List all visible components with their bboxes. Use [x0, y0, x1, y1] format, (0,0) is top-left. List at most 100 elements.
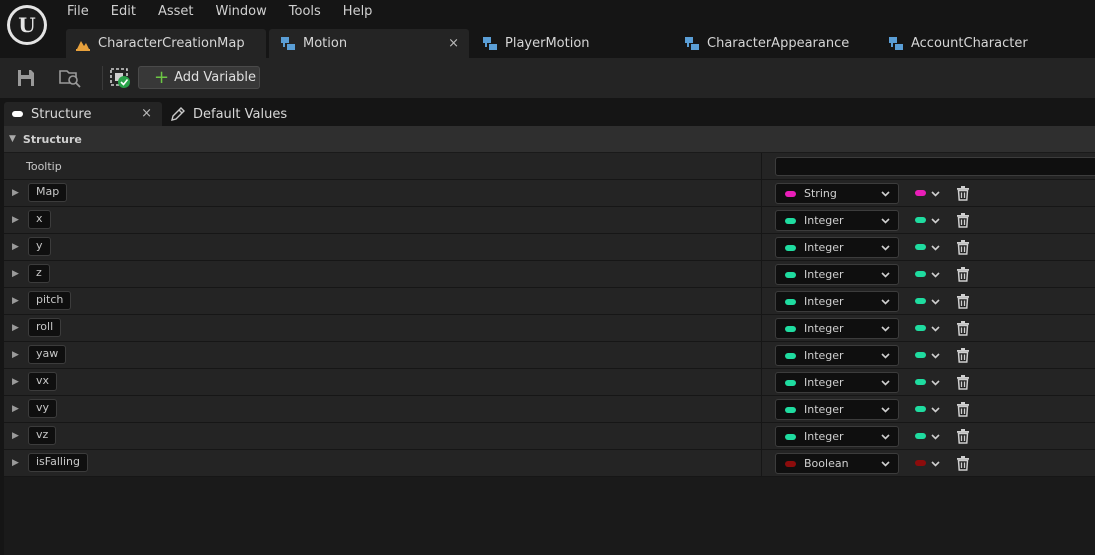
delete-trash-icon[interactable] — [956, 240, 970, 255]
collapse-triangle-icon[interactable]: ▼ — [9, 134, 16, 144]
container-type-icon[interactable] — [915, 352, 926, 358]
expand-arrow-icon[interactable]: ▶ — [12, 242, 19, 252]
tab-motion[interactable]: Motion × — [269, 29, 469, 58]
chevron-down-icon[interactable] — [931, 189, 940, 198]
variable-type-dropdown[interactable]: Integer — [775, 264, 899, 285]
expand-arrow-icon[interactable]: ▶ — [12, 377, 19, 387]
variable-type-dropdown[interactable]: Integer — [775, 426, 899, 447]
variable-name-field[interactable]: isFalling — [28, 453, 88, 472]
menu-asset[interactable]: Asset — [147, 0, 205, 24]
expand-arrow-icon[interactable]: ▶ — [12, 296, 19, 306]
variable-name-field[interactable]: z — [28, 264, 50, 283]
expand-arrow-icon[interactable]: ▶ — [12, 323, 19, 333]
container-type-icon[interactable] — [915, 406, 926, 412]
chevron-down-icon[interactable] — [931, 405, 940, 414]
chevron-down-icon[interactable] — [931, 378, 940, 387]
tab-account-character[interactable]: AccountCharacter — [875, 29, 1075, 58]
expand-arrow-icon[interactable]: ▶ — [12, 188, 19, 198]
close-icon[interactable]: × — [448, 36, 459, 51]
chevron-down-icon[interactable] — [931, 216, 940, 225]
chevron-down-icon[interactable] — [931, 324, 940, 333]
container-type-icon[interactable] — [915, 190, 926, 196]
variable-type-dropdown[interactable]: Integer — [775, 372, 899, 393]
tooltip-input[interactable] — [775, 157, 1095, 176]
section-header[interactable]: ▼ Structure — [4, 126, 1095, 152]
container-type-icon[interactable] — [915, 433, 926, 439]
variable-row[interactable]: ▶ pitch Integer — [4, 288, 1095, 315]
delete-trash-icon[interactable] — [956, 294, 970, 309]
container-type-icon[interactable] — [915, 244, 926, 250]
variable-row[interactable]: ▶ vy Integer — [4, 396, 1095, 423]
container-type-icon[interactable] — [915, 460, 926, 466]
menu-window[interactable]: Window — [205, 0, 278, 24]
delete-trash-icon[interactable] — [956, 186, 970, 201]
variable-type-dropdown[interactable]: Integer — [775, 345, 899, 366]
variable-type-dropdown[interactable]: Integer — [775, 399, 899, 420]
chevron-down-icon[interactable] — [931, 459, 940, 468]
container-type-icon[interactable] — [915, 217, 926, 223]
compile-button[interactable] — [108, 67, 132, 89]
delete-trash-icon[interactable] — [956, 213, 970, 228]
container-type-icon[interactable] — [915, 271, 926, 277]
variable-row[interactable]: ▶ y Integer — [4, 234, 1095, 261]
expand-arrow-icon[interactable]: ▶ — [12, 215, 19, 225]
menu-help[interactable]: Help — [332, 0, 384, 24]
variable-name-field[interactable]: vy — [28, 399, 58, 418]
delete-trash-icon[interactable] — [956, 321, 970, 336]
delete-trash-icon[interactable] — [956, 429, 970, 444]
variable-name-field[interactable]: roll — [28, 318, 62, 337]
variable-name-field[interactable]: vx — [28, 372, 58, 391]
delete-trash-icon[interactable] — [956, 456, 970, 471]
container-type-icon[interactable] — [915, 379, 926, 385]
variable-row[interactable]: ▶ isFalling Boolean — [4, 450, 1095, 477]
variable-name-field[interactable]: x — [28, 210, 51, 229]
menu-edit[interactable]: Edit — [100, 0, 147, 24]
variable-name-field[interactable]: y — [28, 237, 51, 256]
chevron-down-icon[interactable] — [931, 270, 940, 279]
chevron-down-icon[interactable] — [931, 351, 940, 360]
expand-arrow-icon[interactable]: ▶ — [12, 431, 19, 441]
variable-name-field[interactable]: yaw — [28, 345, 67, 364]
expand-arrow-icon[interactable]: ▶ — [12, 350, 19, 360]
tab-character-creation-map[interactable]: CharacterCreationMap — [66, 29, 266, 58]
tab-character-appearance[interactable]: CharacterAppearance — [671, 29, 875, 58]
delete-trash-icon[interactable] — [956, 267, 970, 282]
variable-row[interactable]: ▶ yaw Integer — [4, 342, 1095, 369]
variable-name-field[interactable]: pitch — [28, 291, 72, 310]
expand-arrow-icon[interactable]: ▶ — [12, 269, 19, 279]
variable-name-field[interactable]: vz — [28, 426, 57, 445]
variable-name-field[interactable]: Map — [28, 183, 68, 202]
variable-type-dropdown[interactable]: Integer — [775, 237, 899, 258]
container-type-icon[interactable] — [915, 325, 926, 331]
menu-file[interactable]: File — [56, 0, 100, 24]
expand-arrow-icon[interactable]: ▶ — [12, 458, 19, 468]
chevron-down-icon[interactable] — [931, 243, 940, 252]
variable-row[interactable]: ▶ x Integer — [4, 207, 1095, 234]
variable-row[interactable]: ▶ Map String — [4, 180, 1095, 207]
container-type-icon[interactable] — [915, 298, 926, 304]
variable-type-dropdown[interactable]: String — [775, 183, 899, 204]
tab-player-motion[interactable]: PlayerMotion — [469, 29, 671, 58]
tab-structure[interactable]: Structure × — [4, 102, 162, 126]
variable-row[interactable]: ▶ roll Integer — [4, 315, 1095, 342]
add-variable-button[interactable]: + Add Variable — [138, 66, 260, 89]
save-button[interactable] — [14, 67, 38, 89]
tab-default-values[interactable]: Default Values — [170, 102, 287, 126]
variable-type-dropdown[interactable]: Integer — [775, 291, 899, 312]
menu-tools[interactable]: Tools — [278, 0, 332, 24]
close-icon[interactable]: × — [141, 106, 152, 121]
unreal-logo-icon[interactable]: U — [7, 5, 47, 45]
delete-trash-icon[interactable] — [956, 402, 970, 417]
delete-trash-icon[interactable] — [956, 375, 970, 390]
variable-type-dropdown[interactable]: Integer — [775, 318, 899, 339]
variable-row[interactable]: ▶ vx Integer — [4, 369, 1095, 396]
chevron-down-icon[interactable] — [931, 432, 940, 441]
variable-row[interactable]: ▶ vz Integer — [4, 423, 1095, 450]
variable-type-dropdown[interactable]: Boolean — [775, 453, 899, 474]
browse-button[interactable] — [58, 67, 82, 89]
delete-trash-icon[interactable] — [956, 348, 970, 363]
variable-row[interactable]: ▶ z Integer — [4, 261, 1095, 288]
chevron-down-icon[interactable] — [931, 297, 940, 306]
variable-type-dropdown[interactable]: Integer — [775, 210, 899, 231]
expand-arrow-icon[interactable]: ▶ — [12, 404, 19, 414]
